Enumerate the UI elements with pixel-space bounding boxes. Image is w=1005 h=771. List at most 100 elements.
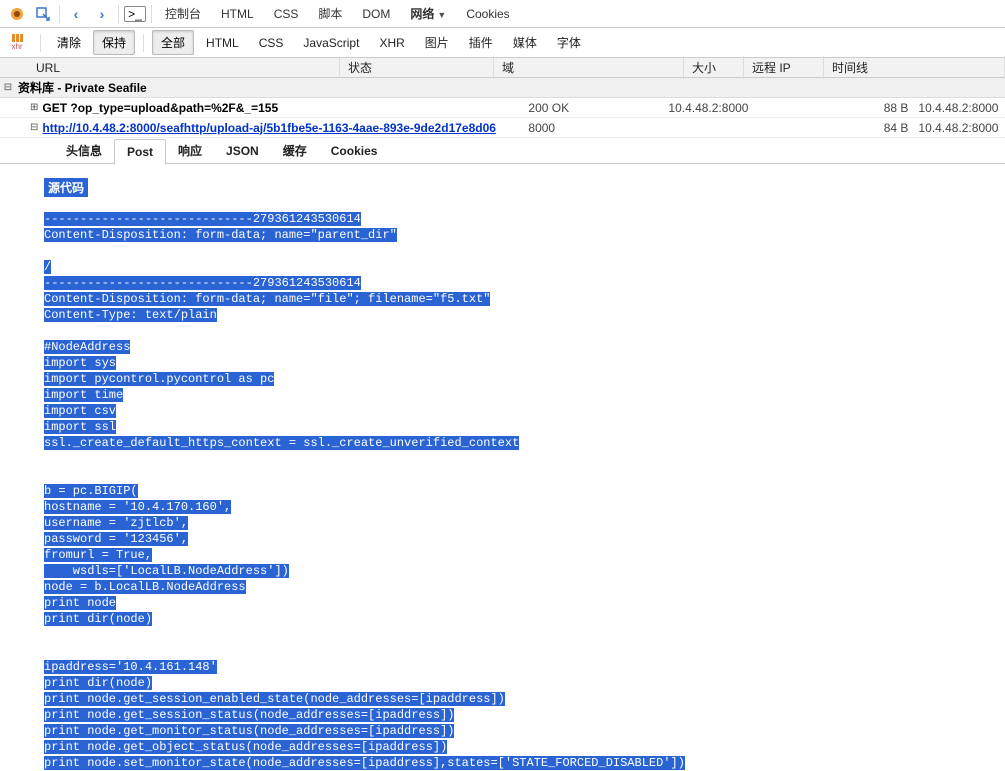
tab-dom[interactable]: DOM bbox=[352, 3, 400, 25]
source-line: print node.set_monitor_state(node_addres… bbox=[44, 755, 1005, 771]
source-line: Content-Disposition: form-data; name="pa… bbox=[44, 227, 1005, 243]
tab-script[interactable]: 脚本 bbox=[308, 1, 352, 26]
xhr-label: xhr bbox=[11, 42, 22, 51]
col-timeline[interactable]: 时间线 bbox=[824, 56, 1005, 79]
source-line: b = pc.BIGIP( bbox=[44, 483, 1005, 499]
source-line: print node.get_object_status(node_addres… bbox=[44, 739, 1005, 755]
source-line bbox=[44, 643, 1005, 659]
filter-html[interactable]: HTML bbox=[196, 32, 249, 54]
source-line: print node.get_session_status(node_addre… bbox=[44, 707, 1005, 723]
separator bbox=[118, 5, 119, 23]
filter-images[interactable]: 图片 bbox=[415, 30, 459, 55]
detail-tab-response[interactable]: 响应 bbox=[166, 137, 214, 164]
source-line: -----------------------------27936124353… bbox=[44, 275, 1005, 291]
request-url: GET ?op_type=upload&path=%2F&_=155 bbox=[38, 101, 528, 115]
request-status: 8000 bbox=[528, 121, 668, 135]
tab-html[interactable]: HTML bbox=[211, 3, 264, 25]
collapse-icon[interactable]: ⊟ bbox=[30, 122, 38, 133]
separator bbox=[59, 5, 60, 23]
col-status[interactable]: 状态 bbox=[340, 56, 494, 79]
source-line bbox=[44, 627, 1005, 643]
request-size: 88 B bbox=[848, 101, 918, 115]
source-line: node = b.LocalLB.NodeAddress bbox=[44, 579, 1005, 595]
request-domain: 10.4.48.2:8000 bbox=[668, 101, 848, 115]
source-line bbox=[44, 451, 1005, 467]
source-line: import ssl bbox=[44, 419, 1005, 435]
separator bbox=[40, 34, 41, 52]
request-size: 84 B bbox=[848, 121, 918, 135]
request-link[interactable]: http://10.4.48.2:8000/seafhttp/upload-aj… bbox=[42, 121, 496, 135]
collapse-icon[interactable]: ⊟ bbox=[2, 82, 14, 93]
filter-xhr[interactable]: XHR bbox=[369, 32, 414, 54]
source-line: Content-Type: text/plain bbox=[44, 307, 1005, 323]
source-body[interactable]: -----------------------------27936124353… bbox=[44, 211, 1005, 771]
request-row[interactable]: ⊟ http://10.4.48.2:8000/seafhttp/upload-… bbox=[0, 118, 1005, 138]
inspect-icon[interactable] bbox=[31, 3, 55, 25]
col-remote-ip[interactable]: 远程 IP bbox=[744, 56, 824, 79]
filter-media[interactable]: 媒体 bbox=[503, 30, 547, 55]
filter-plugins[interactable]: 插件 bbox=[459, 30, 503, 55]
source-line: print node bbox=[44, 595, 1005, 611]
forward-button[interactable]: › bbox=[90, 3, 114, 25]
filter-js[interactable]: JavaScript bbox=[293, 32, 369, 54]
repo-label: 资料库 - Private Seafile bbox=[14, 79, 147, 96]
expand-icon[interactable]: ⊞ bbox=[30, 102, 38, 113]
source-line: print dir(node) bbox=[44, 675, 1005, 691]
source-line: import time bbox=[44, 387, 1005, 403]
persist-button[interactable]: 保持 bbox=[93, 30, 135, 55]
post-source-panel: 源代码 -----------------------------2793612… bbox=[0, 164, 1005, 771]
network-toolbar: xhr 清除 保持 全部 HTML CSS JavaScript XHR 图片 … bbox=[0, 28, 1005, 58]
repo-group-row[interactable]: ⊟ 资料库 - Private Seafile bbox=[0, 78, 1005, 98]
console-toggle-icon[interactable]: >_ bbox=[123, 3, 147, 25]
source-line bbox=[44, 467, 1005, 483]
back-button[interactable]: ‹ bbox=[64, 3, 88, 25]
source-line: -----------------------------27936124353… bbox=[44, 211, 1005, 227]
col-domain[interactable]: 域 bbox=[494, 56, 684, 79]
source-line: / bbox=[44, 259, 1005, 275]
request-ip: 10.4.48.2:8000 bbox=[918, 121, 1005, 135]
tab-css[interactable]: CSS bbox=[264, 3, 309, 25]
detail-tab-json[interactable]: JSON bbox=[214, 139, 271, 163]
xhr-filter-icon[interactable]: xhr bbox=[4, 30, 30, 56]
chevron-down-icon[interactable]: ▼ bbox=[437, 10, 446, 20]
source-line: import pycontrol.pycontrol as pc bbox=[44, 371, 1005, 387]
tab-network[interactable]: 网络▼ bbox=[400, 1, 456, 26]
separator bbox=[143, 34, 144, 52]
source-line: username = 'zjtlcb', bbox=[44, 515, 1005, 531]
source-line: import csv bbox=[44, 403, 1005, 419]
source-line bbox=[44, 243, 1005, 259]
detail-tab-headers[interactable]: 头信息 bbox=[54, 137, 114, 164]
clear-button[interactable]: 清除 bbox=[49, 31, 89, 54]
source-line: print node.get_session_enabled_state(nod… bbox=[44, 691, 1005, 707]
source-line: ipaddress='10.4.161.148' bbox=[44, 659, 1005, 675]
request-row[interactable]: ⊞ GET ?op_type=upload&path=%2F&_=155 200… bbox=[0, 98, 1005, 118]
source-line: print dir(node) bbox=[44, 611, 1005, 627]
source-title: 源代码 bbox=[44, 178, 88, 197]
filter-all-button[interactable]: 全部 bbox=[152, 30, 194, 55]
network-columns-header: URL 状态 域 大小 远程 IP 时间线 bbox=[0, 58, 1005, 78]
detail-tab-cache[interactable]: 缓存 bbox=[271, 137, 319, 164]
filter-css[interactable]: CSS bbox=[249, 32, 294, 54]
col-size[interactable]: 大小 bbox=[684, 56, 744, 79]
main-toolbar: ‹ › >_ 控制台 HTML CSS 脚本 DOM 网络▼ Cookies bbox=[0, 0, 1005, 28]
separator bbox=[151, 5, 152, 23]
filter-fonts[interactable]: 字体 bbox=[547, 30, 591, 55]
source-line: hostname = '10.4.170.160', bbox=[44, 499, 1005, 515]
col-url[interactable]: URL bbox=[0, 58, 340, 78]
source-line: ssl._create_default_https_context = ssl.… bbox=[44, 435, 1005, 451]
detail-tab-cookies[interactable]: Cookies bbox=[319, 139, 390, 163]
source-line: Content-Disposition: form-data; name="fi… bbox=[44, 291, 1005, 307]
source-line: print node.get_monitor_status(node_addre… bbox=[44, 723, 1005, 739]
source-line bbox=[44, 323, 1005, 339]
source-line: wsdls=['LocalLB.NodeAddress']) bbox=[44, 563, 1005, 579]
request-url: http://10.4.48.2:8000/seafhttp/upload-aj… bbox=[38, 121, 528, 135]
source-line: fromurl = True, bbox=[44, 547, 1005, 563]
tab-network-label: 网络 bbox=[410, 7, 434, 21]
source-line: import sys bbox=[44, 355, 1005, 371]
tab-console[interactable]: 控制台 bbox=[155, 1, 211, 26]
detail-tab-post[interactable]: Post bbox=[114, 139, 166, 165]
request-detail-tabs: 头信息 Post 响应 JSON 缓存 Cookies bbox=[0, 138, 1005, 164]
tab-cookies[interactable]: Cookies bbox=[456, 3, 519, 25]
request-status: 200 OK bbox=[528, 101, 668, 115]
firebug-icon[interactable] bbox=[5, 3, 29, 25]
